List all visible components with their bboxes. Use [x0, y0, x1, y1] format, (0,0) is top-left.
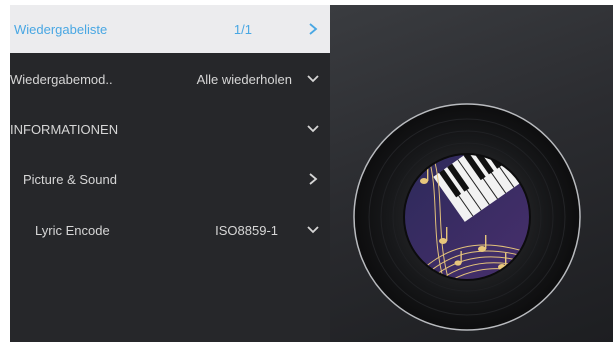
menu-item-information[interactable]: INFORMATIONEN: [10, 105, 330, 153]
music-player-screen: Wiedergabeliste 1/1 Wiedergabemod.. Alle…: [10, 5, 613, 342]
chevron-right-icon: [306, 22, 320, 36]
chevron-down-icon: [306, 122, 320, 136]
menu-item-value: Alle wiederholen: [196, 71, 292, 87]
menu-item-label: Lyric Encode: [35, 222, 110, 238]
chevron-down-icon: [306, 223, 320, 237]
menu-item-lyric-encode[interactable]: Lyric Encode ISO8859-1: [10, 206, 330, 254]
menu-item-label: Wiedergabemod..: [10, 71, 113, 87]
menu-item-playback-mode[interactable]: Wiedergabemod.. Alle wiederholen: [10, 55, 330, 103]
chevron-down-icon: [306, 72, 320, 86]
menu-item-picture-sound[interactable]: Picture & Sound: [10, 155, 330, 203]
menu-item-label: Wiedergabeliste: [14, 21, 108, 37]
menu-item-label: INFORMATIONEN: [10, 121, 119, 137]
menu-item-value: 1/1: [233, 21, 252, 37]
chevron-right-icon: [306, 172, 320, 186]
menu-item-value: ISO8859-1: [215, 222, 278, 238]
menu-item-label: Picture & Sound: [23, 171, 117, 187]
settings-menu: Wiedergabeliste 1/1 Wiedergabemod.. Alle…: [10, 5, 330, 342]
menu-item-playlist[interactable]: Wiedergabeliste 1/1: [10, 5, 330, 53]
vinyl-record-icon: [353, 103, 581, 331]
album-art-area: [330, 5, 613, 342]
